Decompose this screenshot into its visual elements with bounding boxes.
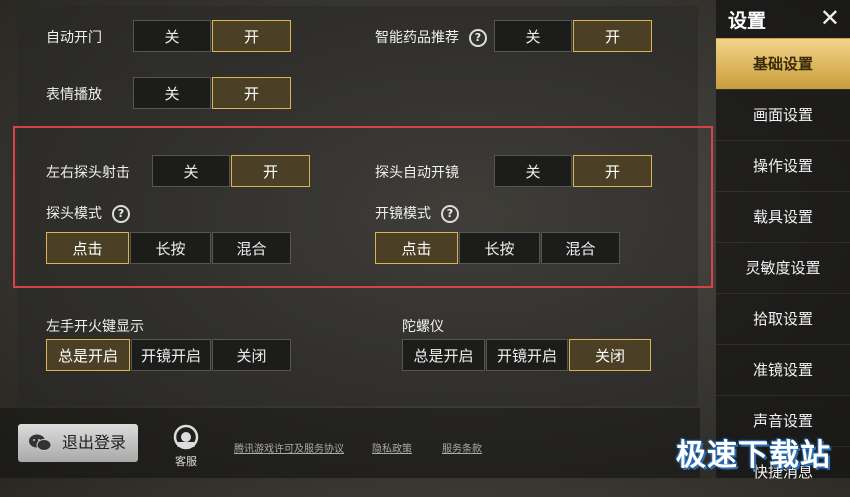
license-link[interactable]: 腾讯游戏许可及服务协议 <box>234 440 344 455</box>
privacy-link[interactable]: 隐私政策 <box>372 440 412 455</box>
smart-medicine-toggle: 关 开 <box>494 20 653 52</box>
sidebar-title: 设置 <box>728 10 767 32</box>
left-fire-scoped[interactable]: 开镜开启 <box>131 339 211 371</box>
headset-icon <box>173 424 199 450</box>
gyroscope-always[interactable]: 总是开启 <box>402 339 485 371</box>
sidebar-item-graphics[interactable]: 画面设置 <box>716 89 850 140</box>
smart-medicine-on[interactable]: 开 <box>573 20 652 52</box>
smart-medicine-label-text: 智能药品推荐 <box>375 30 459 46</box>
sidebar-item-controls[interactable]: 操作设置 <box>716 140 850 191</box>
wechat-icon <box>29 434 52 451</box>
gyroscope-selector: 总是开启 开镜开启 关闭 <box>402 339 652 371</box>
lean-mode-selector: 点击 长按 混合 <box>46 232 292 264</box>
auto-door-on[interactable]: 开 <box>212 20 291 52</box>
lean-mode-label: 探头模式? <box>46 203 130 223</box>
auto-door-off[interactable]: 关 <box>133 20 211 52</box>
scope-mode-tap[interactable]: 点击 <box>375 232 458 264</box>
sidebar-item-vehicle[interactable]: 载具设置 <box>716 191 850 242</box>
customer-service[interactable]: 客服 <box>170 424 202 469</box>
left-fire-off[interactable]: 关闭 <box>212 339 291 371</box>
auto-door-toggle: 关 开 <box>133 20 292 52</box>
lean-auto-scope-toggle: 关 开 <box>494 155 653 187</box>
help-icon[interactable]: ? <box>112 205 130 223</box>
sidebar-item-basic[interactable]: 基础设置 <box>716 38 850 89</box>
gyroscope-label: 陀螺仪 <box>402 319 444 335</box>
lean-fire-on[interactable]: 开 <box>231 155 310 187</box>
scope-mode-hold[interactable]: 长按 <box>459 232 540 264</box>
lean-mode-label-text: 探头模式 <box>46 206 102 222</box>
logout-label: 退出登录 <box>62 433 127 452</box>
auto-door-label: 自动开门 <box>46 30 102 46</box>
sidebar-item-pickup[interactable]: 拾取设置 <box>716 293 850 344</box>
lean-fire-off[interactable]: 关 <box>152 155 230 187</box>
watermark: 极速下载站 <box>676 438 831 473</box>
gyroscope-off[interactable]: 关闭 <box>569 339 651 371</box>
help-icon[interactable]: ? <box>441 205 459 223</box>
smart-medicine-label: 智能药品推荐? <box>375 27 487 47</box>
left-fire-selector: 总是开启 开镜开启 关闭 <box>46 339 292 371</box>
scope-mode-label: 开镜模式? <box>375 203 459 223</box>
scope-mode-mixed[interactable]: 混合 <box>541 232 620 264</box>
emote-play-off[interactable]: 关 <box>133 77 211 109</box>
lean-fire-toggle: 关 开 <box>152 155 311 187</box>
sidebar-item-scope[interactable]: 准镜设置 <box>716 344 850 395</box>
lean-mode-mixed[interactable]: 混合 <box>212 232 291 264</box>
lean-mode-tap[interactable]: 点击 <box>46 232 129 264</box>
logout-button[interactable]: 退出登录 <box>18 424 138 462</box>
scope-mode-selector: 点击 长按 混合 <box>375 232 621 264</box>
lean-mode-hold[interactable]: 长按 <box>130 232 211 264</box>
lean-auto-scope-label: 探头自动开镜 <box>375 165 459 181</box>
sidebar-item-sensitivity[interactable]: 灵敏度设置 <box>716 242 850 293</box>
gyroscope-scoped[interactable]: 开镜开启 <box>486 339 568 371</box>
close-icon[interactable]: ✕ <box>820 4 840 32</box>
left-fire-label: 左手开火键显示 <box>46 319 144 335</box>
emote-play-label: 表情播放 <box>46 87 102 103</box>
customer-service-label: 客服 <box>175 455 197 468</box>
lean-auto-scope-off[interactable]: 关 <box>494 155 572 187</box>
emote-play-on[interactable]: 开 <box>212 77 291 109</box>
lean-fire-label: 左右探头射击 <box>46 165 130 181</box>
settings-sidebar: 设置 ✕ 基础设置 画面设置 操作设置 载具设置 灵敏度设置 拾取设置 准镜设置… <box>716 0 850 481</box>
help-icon[interactable]: ? <box>469 29 487 47</box>
left-fire-always[interactable]: 总是开启 <box>46 339 130 371</box>
scope-mode-label-text: 开镜模式 <box>375 206 431 222</box>
smart-medicine-off[interactable]: 关 <box>494 20 572 52</box>
terms-link[interactable]: 服务条款 <box>442 440 482 455</box>
emote-play-toggle: 关 开 <box>133 77 292 109</box>
lean-auto-scope-on[interactable]: 开 <box>573 155 652 187</box>
